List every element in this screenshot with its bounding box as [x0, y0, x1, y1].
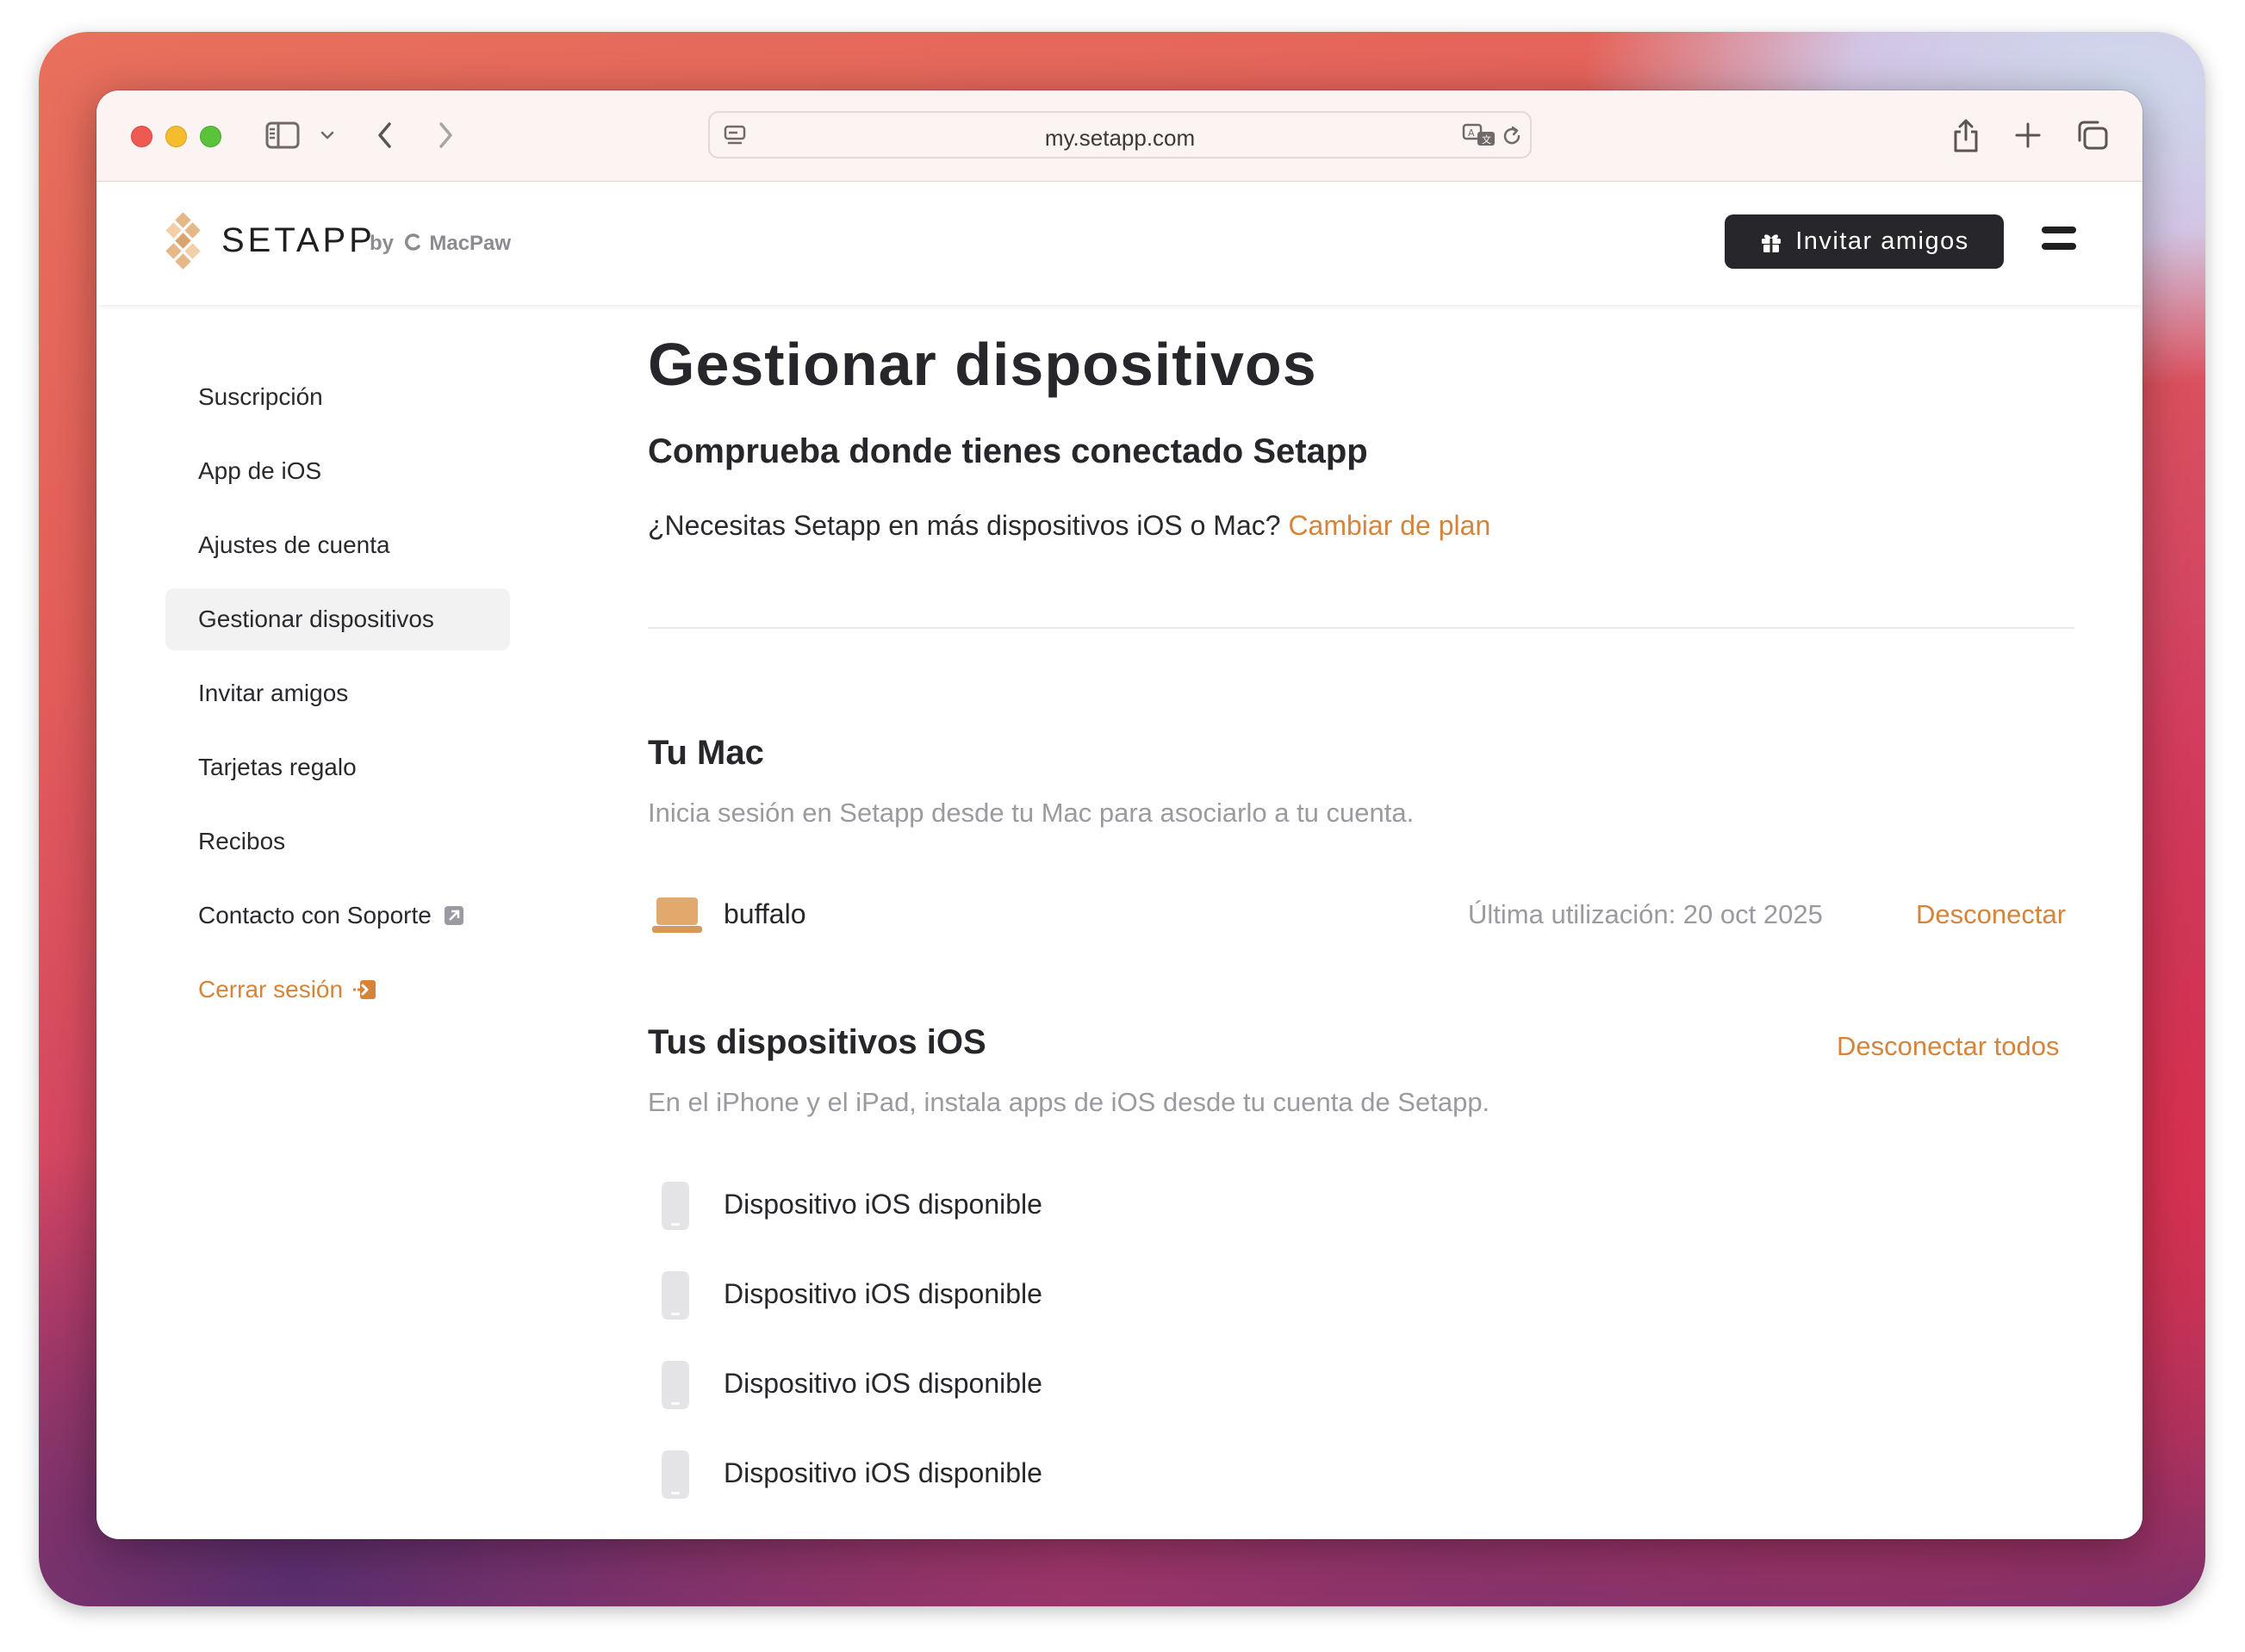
zoom-window-button[interactable]: [200, 126, 221, 147]
new-tab-plus-icon[interactable]: [2012, 120, 2043, 151]
logout-icon: [351, 978, 377, 1002]
upgrade-text: ¿Necesitas Setapp en más dispositivos iO…: [648, 510, 1281, 541]
sidebar-item-label: App de iOS: [198, 457, 322, 484]
gift-icon: [1759, 230, 1783, 254]
browser-window: my.setapp.com A文 SETAPP by MacPaw Invita…: [96, 90, 2142, 1539]
sidebar-toggle-icon[interactable]: [264, 118, 301, 152]
page-subtitle: Comprueba donde tienes conectado Setapp: [648, 432, 1368, 470]
brand-by-macpaw: by MacPaw: [370, 232, 511, 257]
translate-icon[interactable]: A文: [1461, 122, 1497, 148]
close-window-button[interactable]: [131, 126, 152, 147]
svg-text:文: 文: [1482, 134, 1491, 146]
sidebar-item-label: Invitar amigos: [198, 680, 349, 706]
sidebar-item-account-settings[interactable]: Ajustes de cuenta: [165, 514, 510, 576]
upgrade-prompt: ¿Necesitas Setapp en más dispositivos iO…: [648, 510, 1490, 542]
sidebar-item-gift-cards[interactable]: Tarjetas regalo: [165, 736, 510, 798]
sidebar-item-support[interactable]: Contacto con Soporte: [165, 885, 510, 947]
sidebar-item-label: Suscripción: [198, 383, 323, 410]
sidebar-item-invite-friends[interactable]: Invitar amigos: [165, 662, 510, 724]
invite-friends-button[interactable]: Invitar amigos: [1725, 214, 2004, 269]
sidebar-item-manage-devices[interactable]: Gestionar dispositivos: [165, 588, 510, 650]
invite-friends-label: Invitar amigos: [1795, 227, 1969, 255]
disconnect-all-link[interactable]: Desconectar todos: [1837, 1031, 2059, 1062]
svg-text:A: A: [1468, 127, 1475, 139]
sidebar-item-label: Recibos: [198, 828, 286, 854]
logout-label: Cerrar sesión: [198, 976, 344, 1003]
ios-device-slot-3: Dispositivo iOS disponible: [724, 1368, 1042, 1399]
minimize-window-button[interactable]: [165, 126, 187, 147]
hamburger-menu-icon[interactable]: [2042, 227, 2076, 254]
phone-icon: [662, 1450, 689, 1499]
share-icon[interactable]: [1949, 115, 1983, 156]
ios-device-slot-1: Dispositivo iOS disponible: [724, 1189, 1042, 1220]
ios-section-title: Tus dispositivos iOS: [648, 1023, 986, 1061]
mac-device-name: buffalo: [724, 898, 806, 929]
phone-icon: [662, 1361, 689, 1409]
macpaw-logo-icon: [404, 233, 422, 257]
sidebar-logout-link[interactable]: Cerrar sesión: [165, 959, 510, 1021]
mac-last-used: Última utilización: 20 oct 2025: [1468, 899, 1823, 929]
external-link-icon: [444, 905, 464, 926]
chevron-down-icon[interactable]: [319, 125, 336, 146]
laptop-icon: [652, 897, 702, 934]
phone-icon: [662, 1271, 689, 1320]
sidebar-item-receipts[interactable]: Recibos: [165, 810, 510, 873]
brand-company: MacPaw: [429, 232, 512, 255]
ios-device-slot-4: Dispositivo iOS disponible: [724, 1457, 1042, 1488]
change-plan-link[interactable]: Cambiar de plan: [1288, 510, 1490, 541]
mac-section-title: Tu Mac: [648, 734, 764, 772]
sidebar-item-subscription[interactable]: Suscripción: [165, 366, 510, 428]
site-header: SETAPP by MacPaw Invitar amigos: [96, 182, 2142, 305]
disconnect-mac-link[interactable]: Desconectar: [1916, 899, 2066, 930]
sidebar-item-label: Contacto con Soporte: [198, 902, 432, 928]
browser-toolbar: my.setapp.com A文: [96, 90, 2142, 182]
ios-section-description: En el iPhone y el iPad, instala apps de …: [648, 1087, 1490, 1117]
forward-arrow-icon[interactable]: [432, 118, 458, 152]
reload-icon[interactable]: [1499, 123, 1525, 149]
back-arrow-icon[interactable]: [372, 118, 398, 152]
brand-name[interactable]: SETAPP: [221, 221, 376, 260]
sidebar-item-label: Ajustes de cuenta: [198, 531, 390, 558]
url-text[interactable]: my.setapp.com: [710, 125, 1530, 152]
setapp-logo-icon[interactable]: [164, 212, 203, 270]
sidebar-item-label: Tarjetas regalo: [198, 754, 357, 780]
ios-device-slot-2: Dispositivo iOS disponible: [724, 1278, 1042, 1309]
sidebar-item-ios-app[interactable]: App de iOS: [165, 440, 510, 502]
mac-section-description: Inicia sesión en Setapp desde tu Mac par…: [648, 798, 1415, 828]
sidebar-item-label: Gestionar dispositivos: [198, 606, 434, 632]
phone-icon: [662, 1182, 689, 1230]
page-title: Gestionar dispositivos: [648, 331, 1317, 398]
section-divider: [648, 627, 2074, 629]
tab-overview-icon[interactable]: [2074, 118, 2111, 152]
address-bar[interactable]: my.setapp.com A文: [708, 111, 1532, 158]
brand-by-label: by: [370, 232, 395, 255]
